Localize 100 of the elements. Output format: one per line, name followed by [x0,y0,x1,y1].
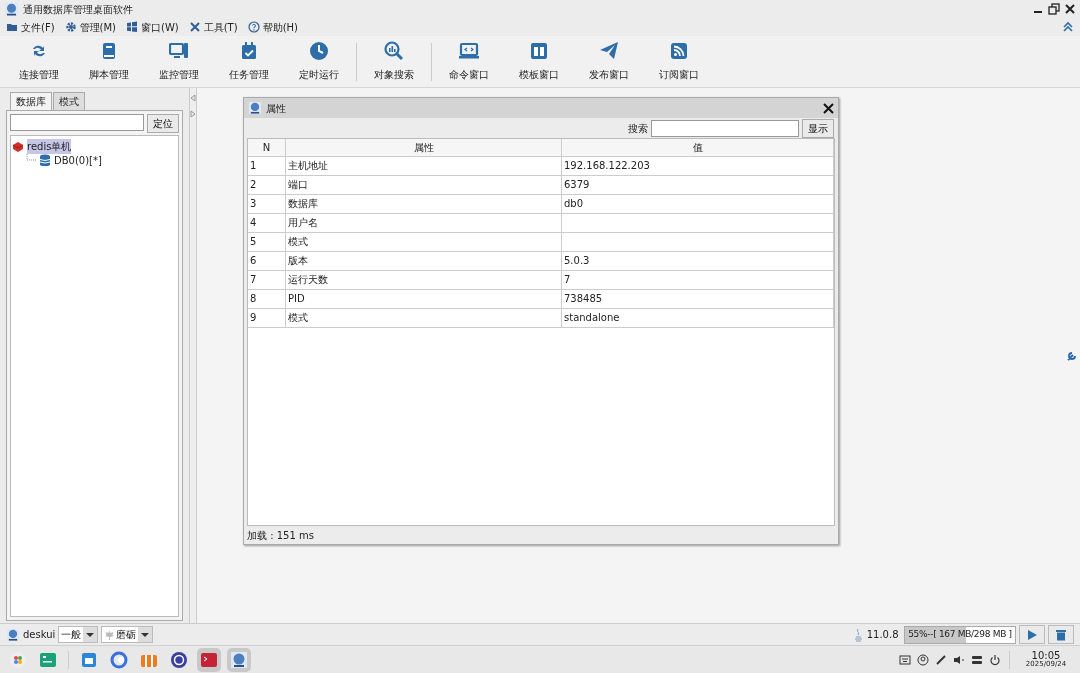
toolbar-button[interactable]: 任务管理 [229,67,269,82]
app-logo-icon [230,650,248,669]
taskbar-app[interactable] [197,647,221,672]
table-cell: 版本 [286,252,562,271]
delete-button[interactable] [1048,625,1074,644]
menu-item[interactable]: 文件(F) [21,19,55,35]
gear-icon [64,21,77,33]
table-cell: 3 [248,195,286,214]
dropdown[interactable]: 一般 [58,626,99,643]
search-label: 搜索 [628,121,648,136]
close-icon[interactable] [1064,3,1076,15]
load-time-text: 加载 : 151 ms [246,528,315,543]
java-version: 11.0.8 [866,628,899,642]
tree-item[interactable]: DB0(0)[*] [54,152,102,168]
toolbar-button[interactable]: 发布窗口 [589,67,629,82]
show-button[interactable]: 显示 [802,118,834,138]
keyboard-icon[interactable] [899,653,911,666]
user-name: deskui [23,628,56,642]
tree-item[interactable]: redis单机 [27,138,72,154]
menu-item[interactable]: 管理(M) [79,19,116,35]
locate-button[interactable]: 定位 [147,114,179,133]
store-icon [80,650,98,669]
pen-icon[interactable] [935,653,947,666]
table-cell: 模式 [286,233,562,252]
table-cell: 192.168.122.203 [562,157,834,176]
sidebar-tab[interactable]: 模式 [53,92,85,110]
column-header[interactable]: N [248,139,286,157]
toolbar-button[interactable]: 脚本管理 [89,67,129,82]
restore-icon[interactable] [1048,3,1060,15]
toolbar-button[interactable]: 命令窗口 [449,67,489,82]
dialog-logo-icon [248,101,262,115]
table-cell: 5.0.3 [562,252,834,271]
user-logo-icon [6,627,20,642]
database-icon [39,154,51,166]
window-title: 通用数据库管理桌面软件 [23,2,133,17]
table-cell: 端口 [286,176,562,195]
toolbar-button[interactable]: 模板窗口 [519,67,559,82]
toolbar-button[interactable]: 连接管理 [19,67,59,82]
settings-icon [170,650,188,669]
table-cell: 2 [248,176,286,195]
table-cell: 6379 [562,176,834,195]
monitor-icon[interactable] [169,41,189,61]
volume-icon[interactable] [953,653,965,666]
table-cell: 数据库 [286,195,562,214]
paper-plane-icon[interactable] [599,41,619,61]
column-header[interactable]: 属性 [286,139,562,157]
taskbar-app[interactable] [227,647,251,672]
dropdown[interactable]: 磨砺 [101,626,154,643]
play-icon [1026,628,1038,641]
table-cell: PID [286,290,562,309]
sidebar-tab[interactable]: 数据库 [10,92,52,110]
wrench-icon[interactable] [1066,349,1078,362]
columns-icon[interactable] [529,41,549,61]
toolbar-button[interactable]: 定时运行 [299,67,339,82]
table-cell: 8 [248,290,286,309]
table-cell: 738485 [562,290,834,309]
table-cell: 9 [248,309,286,328]
menu-item[interactable]: 窗口(W) [141,19,179,35]
menu-item[interactable]: 工具(T) [203,19,238,35]
network-icon[interactable] [971,653,983,666]
table-cell: 用户名 [286,214,562,233]
launcher-icon [9,650,27,669]
search-field[interactable] [10,114,144,131]
table-cell: 模式 [286,309,562,328]
help-icon [247,21,260,33]
table-cell: 5 [248,233,286,252]
caret-icon [86,631,95,638]
windows-icon [126,21,138,33]
clock-icon[interactable] [309,41,329,61]
caret-icon [141,631,150,638]
menu-item[interactable]: 帮助(H) [262,19,298,35]
terminal-icon [200,650,218,669]
search-field[interactable] [651,119,799,137]
laptop-code-icon[interactable] [459,41,479,61]
browser-icon [110,650,128,669]
toolbar-button[interactable]: 订阅窗口 [659,67,699,82]
search-chart-icon[interactable] [384,41,404,61]
table-cell: 4 [248,214,286,233]
terminal-list-icon [39,650,57,669]
close-icon[interactable] [823,102,834,114]
redis-icon [12,140,24,152]
table-cell: 主机地址 [286,157,562,176]
collapse-icon[interactable] [1062,21,1074,33]
table-cell: 运行天数 [286,271,562,290]
column-header[interactable]: 值 [562,139,834,157]
calendar-check-icon[interactable] [239,41,259,61]
dialog-title: 属性 [266,101,286,116]
toolbar-button[interactable]: 监控管理 [159,67,199,82]
toolbar-button[interactable]: 对象搜索 [374,67,414,82]
play-button[interactable] [1019,625,1045,644]
rss-icon[interactable] [669,41,689,61]
memory-text: 55%--[ 167 MB/298 MB ] [908,627,1012,641]
table-cell: 6 [248,252,286,271]
power-icon[interactable] [989,653,1001,666]
table-cell: standalone [562,309,834,328]
clock-time[interactable]: 10:05 [1031,650,1061,662]
table-cell: 7 [562,271,834,290]
table-cell: 1 [248,157,286,176]
folder-icon [6,21,18,33]
leaf-icon [104,629,115,640]
